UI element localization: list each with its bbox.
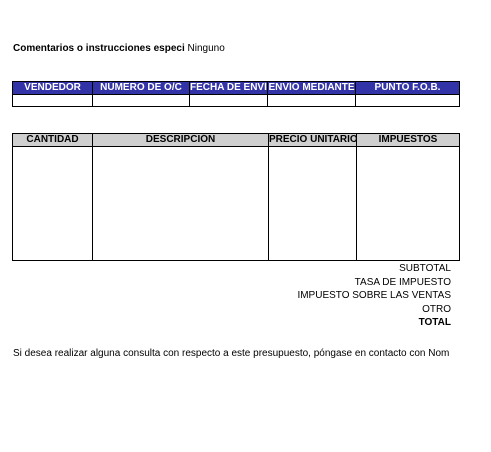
- totals-block: SUBTOTAL TASA DE IMPUESTO IMPUESTO SOBRE…: [297, 262, 451, 330]
- header-impuestos: IMPUESTOS: [356, 133, 460, 147]
- shipping-header-row: VENDEDOR NÚMERO DE O/C FECHA DE ENVÍO EN…: [12, 81, 460, 95]
- cell-punto-fob[interactable]: [355, 94, 460, 107]
- comments-line: Comentarios o instrucciones especi Ningu…: [13, 43, 225, 54]
- cell-precio-unitario[interactable]: [268, 146, 357, 261]
- items-body-row: [12, 146, 460, 261]
- cell-impuestos[interactable]: [356, 146, 460, 261]
- items-table: CANTIDAD DESCRIPCIÓN PRECIO UNITARIO IMP…: [12, 133, 460, 261]
- sales-tax-label: IMPUESTO SOBRE LAS VENTAS: [297, 290, 451, 301]
- footer-note: Si desea realizar alguna consulta con re…: [13, 348, 450, 359]
- subtotal-label: SUBTOTAL: [399, 263, 451, 274]
- cell-descripcion[interactable]: [92, 146, 269, 261]
- cell-vendedor[interactable]: [12, 94, 93, 107]
- comments-value: Ninguno: [187, 43, 225, 54]
- total-label: TOTAL: [418, 317, 451, 328]
- header-fecha-envio: FECHA DE ENVÍO: [189, 81, 268, 95]
- cell-envio-mediante[interactable]: [267, 94, 356, 107]
- shipping-data-row: [12, 94, 460, 107]
- items-header-row: CANTIDAD DESCRIPCIÓN PRECIO UNITARIO IMP…: [12, 133, 460, 147]
- tax-rate-label: TASA DE IMPUESTO: [354, 276, 451, 288]
- header-vendedor: VENDEDOR: [12, 81, 93, 95]
- header-punto-fob: PUNTO F.O.B.: [355, 81, 460, 95]
- header-numero-oc: NÚMERO DE O/C: [92, 81, 190, 95]
- cell-cantidad[interactable]: [12, 146, 93, 261]
- header-envio-mediante: ENVÍO MEDIANTE: [267, 81, 356, 95]
- comments-label: Comentarios o instrucciones especi: [13, 43, 185, 54]
- header-descripcion: DESCRIPCIÓN: [92, 133, 269, 147]
- shipping-table: VENDEDOR NÚMERO DE O/C FECHA DE ENVÍO EN…: [12, 81, 460, 107]
- header-precio-unitario: PRECIO UNITARIO: [268, 133, 357, 147]
- other-label: OTRO: [422, 303, 451, 315]
- cell-fecha-envio[interactable]: [189, 94, 268, 107]
- cell-numero-oc[interactable]: [92, 94, 190, 107]
- header-cantidad: CANTIDAD: [12, 133, 93, 147]
